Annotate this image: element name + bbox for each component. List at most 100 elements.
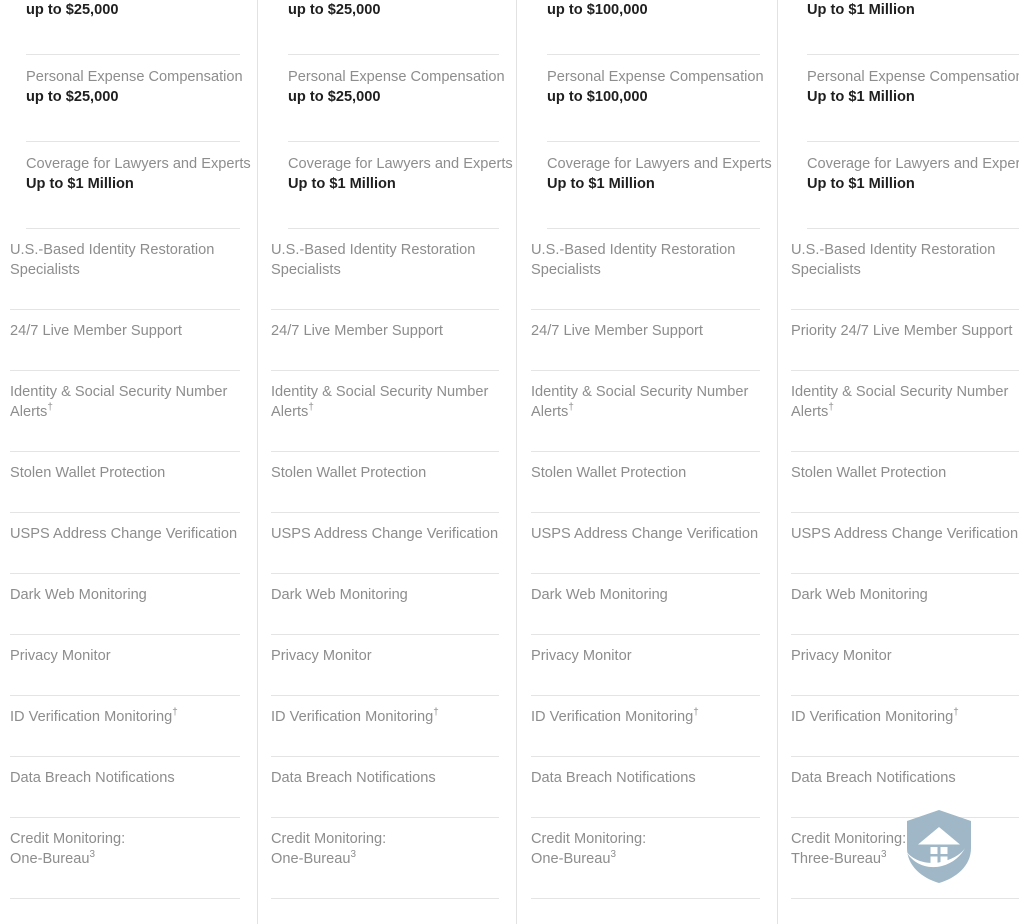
feature-row-identity-alerts: Identity & Social Security Number Alerts… bbox=[257, 371, 516, 452]
feature-label: Stolen Wallet Protection bbox=[10, 465, 166, 481]
footnote-three: 3 bbox=[610, 849, 617, 861]
plan-column-2: Stolen Funds Reimbursement up to $25,000… bbox=[257, 0, 516, 924]
feature-row-restoration-specialists: U.S.-Based Identity Restoration Speciali… bbox=[257, 229, 516, 310]
plan-comparison-grid: Stolen Funds Reimbursement up to $25,000… bbox=[0, 0, 1019, 924]
feature-row-privacy-monitor: Privacy Monitor bbox=[516, 635, 777, 696]
feature-row-restoration-specialists: U.S.-Based Identity Restoration Speciali… bbox=[777, 229, 1019, 310]
feature-row-stolen-wallet: Stolen Wallet Protection bbox=[257, 452, 516, 513]
feature-row-restoration-specialists: U.S.-Based Identity Restoration Speciali… bbox=[0, 229, 257, 310]
feature-row-lawyers-experts: Coverage for Lawyers and Experts Up to $… bbox=[777, 142, 1019, 229]
feature-row-stolen-funds: Stolen Funds Reimbursement up to $25,000 bbox=[0, 0, 257, 55]
feature-row-member-support: 24/7 Live Member Support bbox=[0, 310, 257, 371]
feature-row-data-breach: Data Breach Notifications bbox=[0, 757, 257, 818]
feature-row-dark-web: Dark Web Monitoring bbox=[777, 574, 1019, 635]
feature-value: up to $25,000 bbox=[288, 89, 381, 105]
feature-value: Up to $1 Million bbox=[807, 89, 915, 105]
feature-label: Privacy Monitor bbox=[791, 648, 892, 664]
feature-label: Privacy Monitor bbox=[10, 648, 111, 664]
feature-label: Personal Expense Compensation bbox=[26, 69, 243, 85]
feature-row-usps-address: USPS Address Change Verification bbox=[257, 513, 516, 574]
feature-label: 24/7 Live Member Support bbox=[531, 323, 703, 339]
feature-row-privacy-monitor: Privacy Monitor bbox=[777, 635, 1019, 696]
feature-label: USPS Address Change Verification bbox=[531, 526, 759, 542]
plan-column-4: Stolen Funds Reimbursement Up to $1 Mill… bbox=[777, 0, 1019, 924]
feature-label: Identity & Social Security Number Alerts… bbox=[10, 384, 228, 420]
feature-label: Stolen Wallet Protection bbox=[791, 465, 947, 481]
feature-row-identity-alerts: Identity & Social Security Number Alerts… bbox=[516, 371, 777, 452]
feature-label: Data Breach Notifications bbox=[271, 770, 436, 786]
feature-row-credit-monitoring: Credit Monitoring: Three-Bureau3 bbox=[777, 818, 1019, 899]
feature-label: Identity & Social Security Number Alerts… bbox=[791, 384, 1009, 420]
feature-value: Up to $1 Million bbox=[288, 176, 396, 192]
feature-row-identity-alerts: Identity & Social Security Number Alerts… bbox=[777, 371, 1019, 452]
feature-label-bureau: One-Bureau3 bbox=[531, 849, 617, 867]
feature-row-lawyers-experts: Coverage for Lawyers and Experts Up to $… bbox=[0, 142, 257, 229]
feature-row-id-verification: ID Verification Monitoring† bbox=[257, 696, 516, 757]
feature-row-personal-expense: Personal Expense Compensation up to $25,… bbox=[0, 55, 257, 142]
feature-label: Dark Web Monitoring bbox=[791, 587, 928, 603]
feature-label: ID Verification Monitoring† bbox=[271, 707, 439, 725]
feature-row-personal-expense: Personal Expense Compensation up to $25,… bbox=[257, 55, 516, 142]
feature-row-credit-monitoring: Credit Monitoring: One-Bureau3 bbox=[0, 818, 257, 899]
footnote-dagger: † bbox=[308, 402, 314, 414]
feature-row-member-support: 24/7 Live Member Support bbox=[516, 310, 777, 371]
feature-row-credit-monitoring: Credit Monitoring: One-Bureau3 bbox=[257, 818, 516, 899]
feature-label: U.S.-Based Identity Restoration Speciali… bbox=[10, 242, 215, 278]
feature-label: ID Verification Monitoring† bbox=[531, 707, 699, 725]
feature-value: up to $25,000 bbox=[26, 89, 119, 105]
feature-value: up to $100,000 bbox=[547, 2, 648, 18]
footnote-dagger: † bbox=[47, 402, 53, 414]
feature-label: U.S.-Based Identity Restoration Speciali… bbox=[791, 242, 996, 278]
feature-label: Priority 24/7 Live Member Support bbox=[791, 323, 1013, 339]
feature-row-member-support: 24/7 Live Member Support bbox=[257, 310, 516, 371]
feature-row-personal-expense: Personal Expense Compensation up to $100… bbox=[516, 55, 777, 142]
feature-row-data-breach: Data Breach Notifications bbox=[516, 757, 777, 818]
feature-row-lawyers-experts: Coverage for Lawyers and Experts Up to $… bbox=[516, 142, 777, 229]
feature-row-privacy-monitor: Privacy Monitor bbox=[0, 635, 257, 696]
feature-value: up to $25,000 bbox=[26, 2, 119, 18]
feature-label: Privacy Monitor bbox=[531, 648, 632, 664]
feature-label: U.S.-Based Identity Restoration Speciali… bbox=[271, 242, 476, 278]
feature-value: Up to $1 Million bbox=[26, 176, 134, 192]
footnote-dagger: † bbox=[568, 402, 574, 414]
feature-label: U.S.-Based Identity Restoration Speciali… bbox=[531, 242, 736, 278]
feature-label: Personal Expense Compensation bbox=[807, 69, 1019, 85]
feature-label: Personal Expense Compensation bbox=[288, 69, 505, 85]
feature-label: Dark Web Monitoring bbox=[10, 587, 147, 603]
feature-label: Coverage for Lawyers and Experts bbox=[807, 156, 1019, 172]
feature-label: Dark Web Monitoring bbox=[271, 587, 408, 603]
feature-row-member-support: Priority 24/7 Live Member Support bbox=[777, 310, 1019, 371]
feature-label-bureau: One-Bureau3 bbox=[271, 849, 357, 867]
plan-column-1: Stolen Funds Reimbursement up to $25,000… bbox=[0, 0, 257, 924]
feature-label: Coverage for Lawyers and Experts bbox=[547, 156, 772, 172]
feature-row-stolen-funds: Stolen Funds Reimbursement up to $25,000 bbox=[257, 0, 516, 55]
feature-row-stolen-wallet: Stolen Wallet Protection bbox=[777, 452, 1019, 513]
feature-label: USPS Address Change Verification bbox=[791, 526, 1019, 542]
feature-row-stolen-wallet: Stolen Wallet Protection bbox=[516, 452, 777, 513]
feature-value: up to $25,000 bbox=[288, 2, 381, 18]
feature-row-credit-monitoring: Credit Monitoring: One-Bureau3 bbox=[516, 818, 777, 899]
feature-row-stolen-funds: Stolen Funds Reimbursement Up to $1 Mill… bbox=[777, 0, 1019, 55]
footnote-three: 3 bbox=[881, 849, 887, 861]
feature-label: Stolen Wallet Protection bbox=[531, 465, 687, 481]
feature-row-personal-expense: Personal Expense Compensation Up to $1 M… bbox=[777, 55, 1019, 142]
feature-value: Up to $1 Million bbox=[807, 2, 915, 18]
feature-row-dark-web: Dark Web Monitoring bbox=[516, 574, 777, 635]
feature-row-usps-address: USPS Address Change Verification bbox=[777, 513, 1019, 574]
feature-label: Data Breach Notifications bbox=[10, 770, 175, 786]
feature-label: Data Breach Notifications bbox=[531, 770, 696, 786]
feature-row-stolen-funds: Stolen Funds Reimbursement up to $100,00… bbox=[516, 0, 777, 55]
feature-label: Coverage for Lawyers and Experts bbox=[26, 156, 251, 172]
feature-label: Privacy Monitor bbox=[271, 648, 372, 664]
footnote-dagger: † bbox=[693, 707, 699, 719]
row-divider bbox=[10, 898, 240, 899]
feature-label: Credit Monitoring: bbox=[271, 831, 387, 847]
feature-row-dark-web: Dark Web Monitoring bbox=[0, 574, 257, 635]
feature-label: 24/7 Live Member Support bbox=[10, 323, 182, 339]
feature-row-data-breach: Data Breach Notifications bbox=[777, 757, 1019, 818]
feature-row-id-verification: ID Verification Monitoring† bbox=[516, 696, 777, 757]
feature-label: USPS Address Change Verification bbox=[10, 526, 238, 542]
feature-label: USPS Address Change Verification bbox=[271, 526, 499, 542]
feature-label: ID Verification Monitoring† bbox=[10, 707, 178, 725]
feature-row-data-breach: Data Breach Notifications bbox=[257, 757, 516, 818]
